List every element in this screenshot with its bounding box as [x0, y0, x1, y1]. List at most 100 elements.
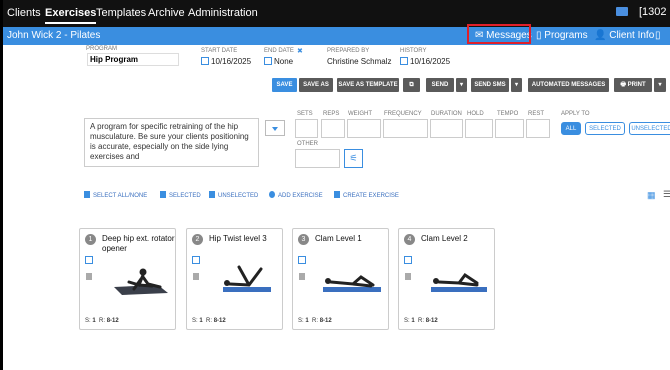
card-title: Clam Level 1 — [315, 234, 362, 243]
weight-input[interactable] — [347, 119, 381, 138]
account-id[interactable]: [1302 — [639, 6, 667, 18]
sliders-icon[interactable]: ⚟ — [344, 149, 363, 168]
nav-templates[interactable]: Templates — [96, 7, 146, 19]
programs-link[interactable]: ▯ Programs — [536, 30, 588, 41]
card-sets: 1 — [199, 318, 203, 324]
history[interactable]: 10/16/2025 — [400, 57, 450, 66]
program-name-input[interactable]: Hip Program — [87, 53, 179, 66]
apply-unselected-button[interactable]: UNSELECTED — [629, 122, 670, 135]
create-exercise-label: CREATE EXERCISE — [343, 193, 399, 199]
card-number: 4 — [404, 234, 415, 245]
start-date[interactable]: 10/16/2025 — [201, 57, 251, 66]
card-reps: 8-12 — [106, 318, 119, 324]
add-exercise-action[interactable]: ADD EXERCISE — [269, 191, 323, 199]
save-as-template-button[interactable]: SAVE AS TEMPLATE — [337, 78, 399, 92]
program-label: PROGRAM — [86, 46, 118, 52]
edit-icon[interactable] — [404, 256, 412, 264]
edit-icon[interactable] — [192, 256, 200, 264]
grid-view-icon[interactable]: ▦ — [647, 190, 656, 201]
client-info-link[interactable]: 👤 Client Info — [594, 30, 654, 41]
select-all-label: SELECT ALL/NONE — [93, 193, 148, 199]
prepared-by-label: PREPARED BY — [327, 48, 370, 54]
nav-archive[interactable]: Archive — [148, 7, 185, 19]
card-sets: 1 — [305, 318, 309, 324]
frequency-input[interactable] — [383, 119, 428, 138]
selected-label: SELECTED — [169, 193, 201, 199]
save-button[interactable]: SAVE — [272, 78, 297, 92]
hold-label: HOLD — [467, 111, 484, 117]
card-reps: 8-12 — [425, 318, 438, 324]
card-sets-reps: S: 1 R: 8-12 — [192, 318, 226, 324]
exercise-card[interactable]: 2 Hip Twist level 3 S: 1 R: 8-12 — [186, 228, 283, 330]
clear-date-icon[interactable]: ✖ — [297, 47, 303, 55]
automated-messages-button[interactable]: AUTOMATED MESSAGES — [528, 78, 609, 92]
calendar-icon — [201, 57, 209, 65]
reps-input[interactable] — [321, 119, 345, 138]
save-as-button[interactable]: SAVE AS — [299, 78, 333, 92]
hold-input[interactable] — [465, 119, 493, 138]
prepared-by: Christine Schmalz — [327, 57, 392, 66]
card-sets-reps: S: 1 R: 8-12 — [298, 318, 332, 324]
nav-administration[interactable]: Administration — [188, 7, 258, 19]
trash-icon[interactable] — [86, 273, 92, 280]
send-button[interactable]: SEND — [426, 78, 454, 92]
sets-input[interactable] — [295, 119, 318, 138]
reps-label: REPS — [323, 111, 340, 117]
nav-clients[interactable]: Clients — [7, 7, 41, 19]
print-dropdown-icon[interactable]: ▾ — [654, 78, 666, 92]
sets-label: SETS — [297, 111, 313, 117]
add-exercise-label: ADD EXERCISE — [278, 193, 323, 199]
mail-icon[interactable] — [616, 7, 628, 16]
other-input[interactable] — [295, 149, 340, 168]
list-view-icon[interactable]: ☰ — [663, 189, 670, 200]
start-date-label: START DATE — [201, 48, 238, 54]
delete-selected-action[interactable]: SELECTED — [160, 191, 201, 199]
copy-icon[interactable]: ⧉ — [403, 78, 420, 92]
exercise-card[interactable]: 1 Deep hip ext. rotator opener S: 1 R: 8… — [79, 228, 176, 330]
card-sets: 1 — [411, 318, 415, 324]
description-dropdown[interactable] — [265, 120, 285, 136]
rest-label: REST — [528, 111, 545, 117]
select-all-action[interactable]: SELECT ALL/NONE — [84, 191, 147, 199]
exercise-card[interactable]: 3 Clam Level 1 S: 1 R: 8-12 — [292, 228, 389, 330]
card-number: 2 — [192, 234, 203, 245]
programs-label: Programs — [544, 30, 588, 41]
trash-icon — [160, 191, 166, 198]
start-date-value: 10/16/2025 — [211, 57, 252, 66]
exercise-card[interactable]: 4 Clam Level 2 S: 1 R: 8-12 — [398, 228, 495, 330]
card-sets-reps: S: 1 R: 8-12 — [85, 318, 119, 324]
history-icon — [400, 57, 408, 65]
edit-icon[interactable] — [298, 256, 306, 264]
create-exercise-action[interactable]: CREATE EXERCISE — [334, 191, 399, 199]
send-dropdown-icon[interactable]: ▾ — [456, 78, 467, 92]
send-sms-dropdown-icon[interactable]: ▾ — [511, 78, 522, 92]
history-value: 10/16/2025 — [410, 57, 451, 66]
history-label: HISTORY — [400, 48, 427, 54]
apply-all-button[interactable]: ALL — [561, 122, 581, 135]
frequency-label: FREQUENCY — [384, 111, 422, 117]
card-number: 3 — [298, 234, 309, 245]
card-title: Clam Level 2 — [421, 234, 468, 243]
doc-icon[interactable]: ▯ — [655, 30, 661, 41]
print-button[interactable]: 🖶 PRINT — [614, 78, 652, 92]
weight-label: WEIGHT — [348, 111, 372, 117]
edit-icon[interactable] — [85, 256, 93, 264]
other-label: OTHER — [297, 141, 318, 147]
nav-exercises[interactable]: Exercises — [45, 7, 97, 24]
description-textarea[interactable]: A program for specific retraining of the… — [84, 118, 259, 167]
client-bar: John Wick 2 - Pilates ✉ Messages ▯ Progr… — [3, 27, 670, 45]
exercise-image — [431, 272, 487, 292]
trash-icon[interactable] — [299, 273, 305, 280]
send-sms-button[interactable]: SEND SMS — [471, 78, 509, 92]
trash-icon[interactable] — [405, 273, 411, 280]
duration-input[interactable] — [430, 119, 463, 138]
delete-unselected-action[interactable]: UNSELECTED — [209, 191, 258, 199]
card-number: 1 — [85, 234, 96, 245]
apply-selected-button[interactable]: SELECTED — [585, 122, 625, 135]
card-title: Hip Twist level 3 — [209, 234, 267, 243]
tempo-input[interactable] — [495, 119, 524, 138]
end-date[interactable]: None — [264, 57, 293, 66]
trash-icon[interactable] — [193, 273, 199, 280]
unselected-label: UNSELECTED — [218, 193, 259, 199]
rest-input[interactable] — [526, 119, 550, 138]
